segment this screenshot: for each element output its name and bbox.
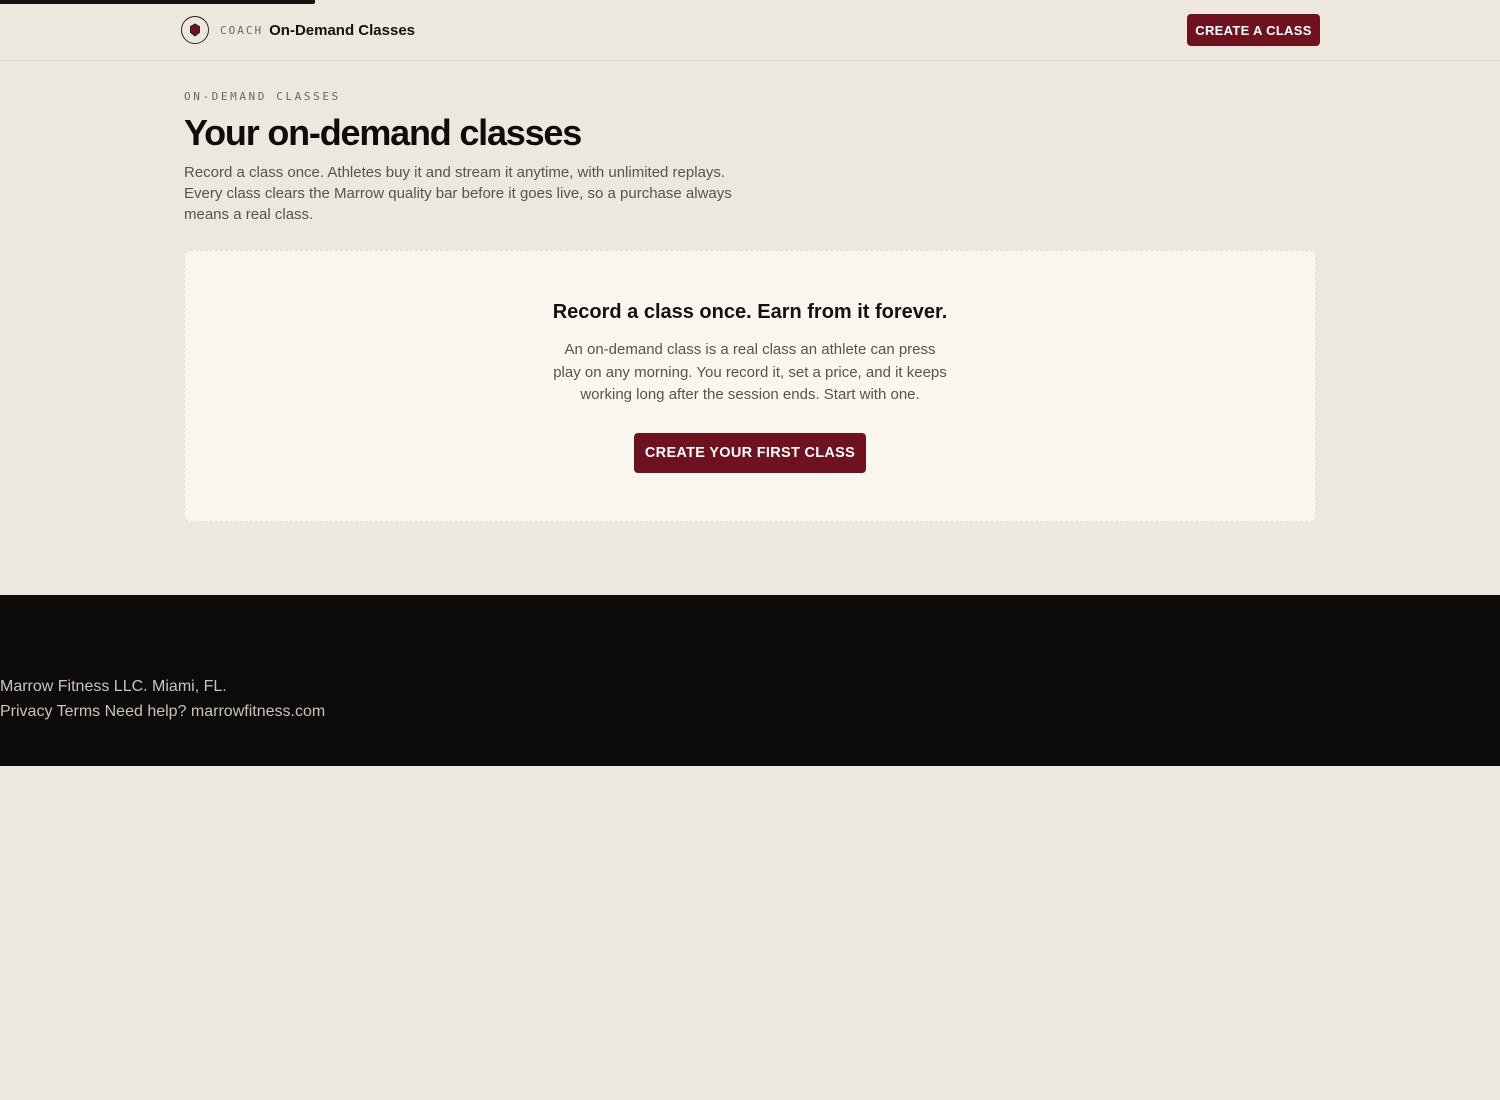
page-title: Your on-demand classes [184, 112, 582, 153]
top-bar: COACH On-Demand Classes CREATE A CLASS [0, 0, 1500, 61]
create-first-class-button[interactable]: CREATE YOUR FIRST CLASS [634, 432, 866, 473]
empty-state-title: Record a class once. Earn from it foreve… [552, 301, 948, 323]
main-content: ON-DEMAND CLASSES Your on-demand classes… [184, 90, 1316, 225]
brand-kicker: COACH [220, 23, 264, 37]
website-link[interactable]: marrowfitness.com [191, 703, 325, 720]
empty-state-card: Record a class once. Earn from it foreve… [184, 250, 1316, 522]
section-eyebrow: ON-DEMAND CLASSES [184, 90, 341, 103]
terms-link[interactable]: Terms [57, 703, 101, 720]
help-label: Need help? [104, 703, 187, 720]
footer-links: Privacy Terms Need help? marrowfitness.c… [0, 703, 325, 721]
shield-icon [181, 16, 209, 44]
create-class-button[interactable]: CREATE A CLASS [1187, 14, 1320, 46]
privacy-link[interactable]: Privacy [0, 703, 52, 720]
app-title: On-Demand Classes [269, 21, 416, 39]
footer: Marrow Fitness LLC. Miami, FL. Privacy T… [0, 595, 1500, 766]
footer-company: Marrow Fitness LLC. Miami, FL. [0, 678, 227, 695]
brand[interactable]: COACH On-Demand Classes [181, 16, 415, 44]
empty-state-body: An on-demand class is a real class an at… [553, 341, 947, 403]
page-description: Record a class once. Athletes buy it and… [184, 164, 732, 223]
